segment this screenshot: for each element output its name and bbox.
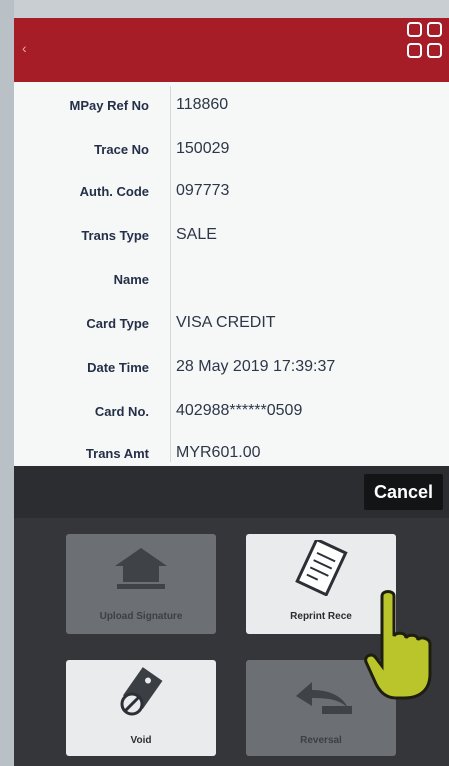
field-label: Trans Type — [81, 228, 149, 243]
row-card-no: Card No. 402988******0509 — [14, 392, 449, 432]
field-label: Card No. — [94, 404, 149, 419]
transaction-details: MPay Ref No 118860 Trace No 150029 Auth.… — [14, 82, 449, 466]
field-label: Name — [113, 272, 149, 287]
field-label: Auth. Code — [79, 184, 149, 199]
field-label: Date Time — [87, 360, 149, 375]
field-value: 150029 — [176, 140, 230, 157]
status-strip — [14, 0, 449, 18]
row-date-time: Date Time 28 May 2019 17:39:37 — [14, 348, 449, 388]
pointing-hand-icon — [364, 590, 432, 700]
row-card-type: Card Type VISA CREDIT — [14, 304, 449, 344]
row-auth-code: Auth. Code 097773 — [14, 172, 449, 212]
field-value: 402988******0509 — [176, 402, 303, 419]
row-trace-no: Trace No 150029 — [14, 130, 449, 170]
row-mpay-ref: MPay Ref No 118860 — [14, 86, 449, 126]
void-tag-icon — [120, 667, 163, 716]
field-label: Card Type — [86, 316, 149, 331]
field-value: VISA CREDIT — [176, 314, 276, 331]
field-label: MPay Ref No — [69, 98, 149, 113]
app-header — [14, 18, 449, 82]
column-divider — [170, 86, 171, 462]
upload-signature-button[interactable]: Upload Signature — [66, 534, 216, 634]
home-upload-icon — [115, 548, 167, 589]
cancel-button[interactable]: Cancel — [363, 474, 443, 510]
field-label: Trace No — [94, 142, 149, 157]
field-value: 28 May 2019 17:39:37 — [176, 358, 336, 375]
upload-signature-label: Upload Signature — [99, 611, 183, 622]
grid-menu-icon[interactable] — [407, 22, 443, 58]
reversal-arrow-icon — [296, 682, 352, 714]
void-button[interactable]: Void — [66, 660, 216, 756]
field-label: Trans Amt — [85, 446, 149, 461]
chevron-left-icon[interactable]: ‹ — [22, 40, 27, 56]
field-value: 097773 — [176, 182, 230, 199]
receipt-icon — [295, 540, 348, 596]
field-value: 118860 — [176, 96, 229, 113]
field-value: MYR601.00 — [176, 444, 261, 461]
row-trans-type: Trans Type SALE — [14, 216, 449, 256]
void-label: Void — [130, 735, 152, 746]
row-name: Name — [14, 260, 449, 300]
payment-screen: ‹ MPay Ref No 118860 Trace No 150029 Aut… — [14, 0, 449, 766]
reversal-label: Reversal — [300, 735, 342, 746]
field-value: SALE — [176, 226, 217, 243]
